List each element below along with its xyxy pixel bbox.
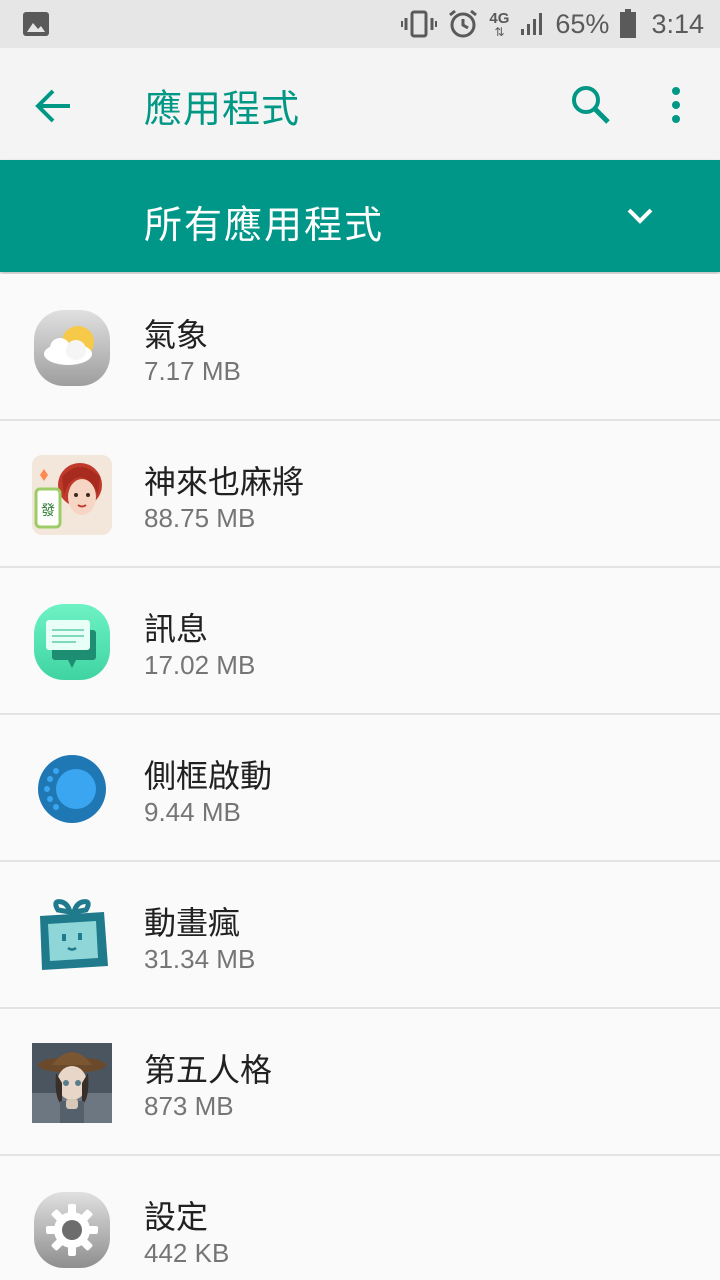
app-size: 873 MB <box>144 1091 234 1121</box>
gallery-icon <box>23 12 49 36</box>
filter-label: 所有應用程式 <box>144 203 385 247</box>
app-list: 氣象 7.17 MB 發 神來也麻將 88.75 MB 訊息 17.02 MB … <box>0 274 720 1280</box>
app-size: 442 KB <box>144 1238 230 1268</box>
list-item[interactable]: 第五人格 873 MB <box>0 1009 720 1156</box>
edge-launcher-icon <box>38 755 106 823</box>
app-size: 7.17 MB <box>144 356 241 386</box>
app-size: 88.75 MB <box>144 503 256 533</box>
settings-icon <box>34 1192 110 1268</box>
anime-app-icon <box>40 899 108 970</box>
overflow-menu-icon[interactable] <box>660 82 692 128</box>
search-icon[interactable] <box>568 82 614 128</box>
app-name: 動畫瘋 <box>144 904 241 942</box>
messages-icon <box>34 604 110 680</box>
page-title: 應用程式 <box>144 87 301 131</box>
app-size: 17.02 MB <box>144 650 256 680</box>
list-item[interactable]: 氣象 7.17 MB <box>0 274 720 421</box>
app-size: 31.34 MB <box>144 944 256 974</box>
status-bar: 4G ⇅ 65% 3:14 <box>0 0 720 48</box>
app-name: 設定 <box>144 1198 209 1236</box>
status-clock: 3:14 <box>651 8 704 39</box>
app-filter-dropdown[interactable]: 所有應用程式 <box>0 160 720 272</box>
weather-icon <box>34 310 110 386</box>
alarm-icon <box>449 9 478 38</box>
list-item[interactable]: 動畫瘋 31.34 MB <box>0 862 720 1009</box>
app-name: 訊息 <box>144 610 209 648</box>
vibrate-icon <box>401 10 438 38</box>
app-name: 第五人格 <box>144 1051 273 1089</box>
app-bar: 應用程式 <box>0 48 720 160</box>
network-4g-icon: 4G ⇅ <box>489 9 510 39</box>
app-size: 9.44 MB <box>144 797 241 827</box>
list-item[interactable]: 設定 442 KB <box>0 1156 720 1280</box>
list-item[interactable]: 發 神來也麻將 88.75 MB <box>0 421 720 568</box>
chevron-down-icon <box>627 208 653 224</box>
mahjong-game-icon: 發 <box>32 455 112 535</box>
app-name: 側框啟動 <box>144 757 273 795</box>
list-item[interactable]: 訊息 17.02 MB <box>0 568 720 715</box>
back-arrow-icon[interactable] <box>32 84 76 128</box>
battery-percent: 65% <box>555 8 610 39</box>
identity-v-game-icon <box>32 1043 112 1123</box>
svg-text:發: 發 <box>41 503 55 519</box>
battery-icon <box>620 9 637 38</box>
list-item[interactable]: 側框啟動 9.44 MB <box>0 715 720 862</box>
app-name: 氣象 <box>144 316 209 354</box>
signal-icon <box>521 13 543 35</box>
app-name: 神來也麻將 <box>144 463 305 501</box>
